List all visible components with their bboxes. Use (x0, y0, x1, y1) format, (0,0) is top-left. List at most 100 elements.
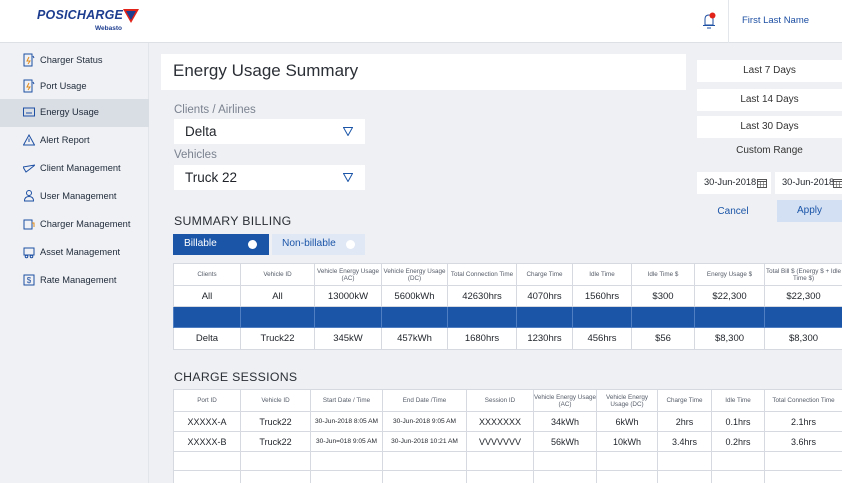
table-cell: 34kWh (533, 411, 597, 432)
summary-billing-title: SUMMARY BILLING (174, 214, 292, 228)
table-cell (173, 470, 241, 483)
sidebar-item-label: Alert Report (40, 135, 90, 145)
sidebar-item-charger-status[interactable]: Charger Status (0, 47, 149, 75)
vehicles-select[interactable]: Truck 22 (174, 165, 365, 190)
table-cell (764, 306, 842, 328)
column-header: Idle Time $ (631, 263, 695, 286)
column-header: Idle Time (572, 263, 632, 286)
table-row[interactable]: Delta Truck22 345kW 457kWh 1680hrs 1230h… (173, 327, 842, 350)
range-last-7-days[interactable]: Last 7 Days (697, 60, 842, 82)
table-cell: 457kWh (381, 327, 448, 350)
table-cell (657, 451, 712, 471)
table-cell (631, 306, 695, 328)
table-cell (533, 451, 597, 471)
sidebar-item-asset-management[interactable]: Asset Management (0, 239, 149, 267)
calendar-icon[interactable] (757, 178, 767, 188)
svg-text:$: $ (27, 276, 32, 285)
sidebar-item-user-management[interactable]: User Management (0, 183, 149, 211)
summary-billing-table: Clients Vehicle ID Vehicle Energy Usage … (173, 263, 842, 350)
sidebar-item-rate-management[interactable]: $ Rate Management (0, 267, 149, 295)
cancel-button[interactable]: Cancel (697, 203, 769, 221)
table-cell (240, 470, 311, 483)
table-cell: 0.2hrs (711, 431, 765, 452)
table-cell: 6kWh (596, 411, 658, 432)
brand-sub: Webasto (95, 25, 122, 32)
table-cell: 13000kW (314, 285, 382, 307)
sidebar-item-label: Charger Status (40, 55, 103, 65)
custom-range-option[interactable]: Custom Range (697, 145, 842, 156)
table-cell: $56 (631, 327, 695, 350)
table-cell: 5600kWh (381, 285, 448, 307)
table-cell: 3.6hrs (764, 431, 842, 452)
table-cell (572, 306, 632, 328)
table-cell: Delta (173, 327, 241, 350)
table-cell (382, 451, 467, 471)
range-last-30-days[interactable]: Last 30 Days (697, 116, 842, 138)
table-cell (596, 470, 658, 483)
sidebar: Charger Status Port Usage Energy Usage A… (0, 43, 149, 483)
table-cell: 3.4hrs (657, 431, 712, 452)
table-row-selected[interactable] (173, 306, 842, 328)
end-date-value: 30-Jun-2018 (782, 177, 835, 187)
charge-sessions-table: Port ID Vehicle ID Start Date / Time End… (173, 389, 842, 483)
apply-button[interactable]: Apply (777, 200, 842, 222)
billable-toggle-label: Billable (184, 238, 217, 249)
energy-usage-icon (23, 107, 35, 117)
table-cell (240, 306, 315, 328)
non-billable-toggle-label: Non-billable (282, 238, 336, 249)
sidebar-item-port-usage[interactable]: Port Usage (0, 73, 149, 101)
table-cell (694, 306, 765, 328)
table-cell: 42630hrs (447, 285, 517, 307)
sidebar-item-charger-management[interactable]: Charger Management (0, 211, 149, 239)
table-cell: All (173, 285, 241, 307)
posicharge-logo[interactable]: POSICHARGE Webasto (37, 8, 141, 36)
table-row[interactable] (173, 451, 842, 471)
table-cell (711, 451, 765, 471)
table-cell: Truck22 (240, 327, 315, 350)
table-cell: $8,300 (694, 327, 765, 350)
calendar-icon[interactable] (833, 178, 842, 188)
billable-toggle[interactable]: Billable (173, 234, 269, 255)
table-cell (381, 306, 448, 328)
table-cell: 10kWh (596, 431, 658, 452)
non-billable-toggle[interactable]: Non-billable (272, 234, 365, 255)
charger-status-icon (23, 53, 35, 67)
start-date-input[interactable]: 30-Jun-2018 (697, 172, 771, 194)
column-header: Vehicle Energy Usage (AC) (314, 263, 382, 286)
table-row[interactable]: XXXXX-B Truck22 30-Jun=018 9:05 AM 30-Ju… (173, 431, 842, 452)
column-header: Energy Usage $ (694, 263, 765, 286)
user-name-menu[interactable]: First Last Name (742, 15, 809, 26)
clients-label: Clients / Airlines (174, 104, 256, 116)
table-row[interactable] (173, 470, 842, 483)
table-cell (533, 470, 597, 483)
sidebar-item-energy-usage[interactable]: Energy Usage (0, 99, 149, 127)
sidebar-item-label: Rate Management (40, 275, 117, 285)
radio-dot-icon (248, 240, 257, 249)
table-cell: 0.1hrs (711, 411, 765, 432)
table-cell: 456hrs (572, 327, 632, 350)
range-last-14-days[interactable]: Last 14 Days (697, 89, 842, 111)
table-cell: 56kWh (533, 431, 597, 452)
table-header-row: Port ID Vehicle ID Start Date / Time End… (173, 389, 842, 412)
sidebar-item-alert-report[interactable]: Alert Report (0, 127, 149, 155)
end-date-input[interactable]: 30-Jun-2018 (775, 172, 842, 194)
alert-icon (23, 133, 35, 146)
notification-bell-icon[interactable] (701, 12, 717, 30)
chevron-down-icon (343, 173, 353, 182)
table-cell: XXXXX-A (173, 411, 241, 432)
column-header: Total Bill $ (Energy $ + Idle Time $) (764, 263, 842, 286)
logo-mark-icon (123, 9, 139, 23)
table-cell (310, 470, 383, 483)
table-row[interactable]: XXXXX-A Truck22 30-Jun-2018 8:05 AM 30-J… (173, 411, 842, 432)
column-header: Port ID (173, 389, 241, 412)
sidebar-item-label: Port Usage (40, 81, 87, 91)
table-cell (173, 306, 241, 328)
table-row[interactable]: All All 13000kW 5600kWh 42630hrs 4070hrs… (173, 285, 842, 307)
clients-select[interactable]: Delta (174, 119, 365, 144)
table-cell (466, 470, 534, 483)
chevron-down-icon (343, 127, 353, 136)
sidebar-item-client-management[interactable]: Client Management (0, 155, 149, 183)
sidebar-item-label: User Management (40, 191, 117, 201)
table-cell: 345kW (314, 327, 382, 350)
table-cell: 30-Jun-2018 10:21 AM (382, 431, 467, 452)
